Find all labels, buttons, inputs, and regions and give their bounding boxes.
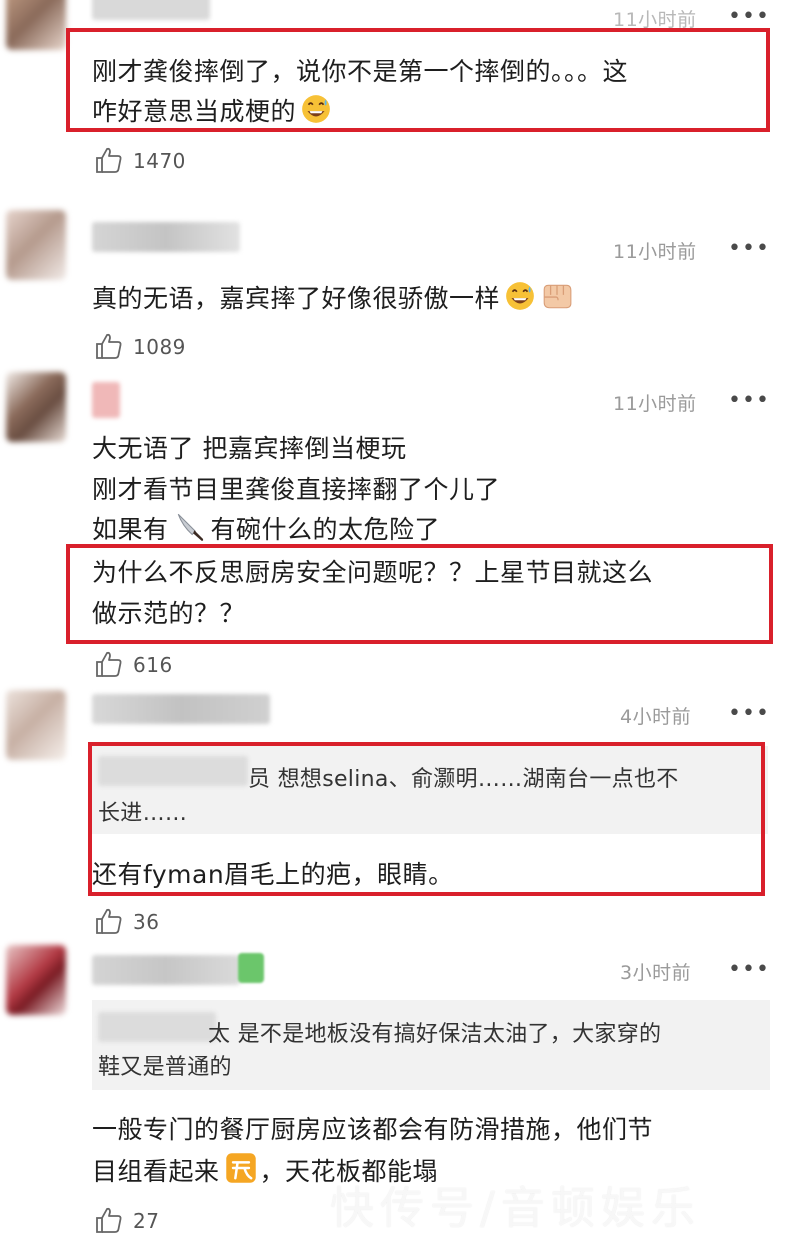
comment-text: 真的无语，嘉宾摔了好像很骄傲一样 [92,279,574,315]
avatar[interactable] [6,372,66,442]
fist-emoji-icon [543,284,572,309]
quoted-username-blurred [98,1012,216,1042]
like-count: 1089 [133,335,186,359]
more-options-button[interactable]: ••• [728,6,770,28]
comment-text: 一般专门的餐厅厨房应该都会有防滑措施，他们节 [92,1115,654,1144]
comment-time: 4小时前 [620,706,692,728]
username-blurred[interactable] [92,222,240,252]
username-blurred[interactable] [92,955,240,985]
thumbs-up-icon[interactable] [94,906,124,936]
comment-time: 3小时前 [620,962,692,984]
grinning-sweat-emoji-icon [506,282,534,310]
comment-time: 11小时前 [613,241,697,263]
comment-text-segment: 目组看起来 [92,1157,220,1186]
thumbs-up-icon[interactable] [94,331,124,361]
highlight-box [66,28,770,132]
comment-text: 大无语了 把嘉宾摔倒当梗玩 [92,434,407,463]
comment-text-segment: 真的无语，嘉宾摔了好像很骄傲一样 [92,284,501,313]
avatar[interactable] [6,0,66,50]
thumbs-up-icon[interactable] [94,145,124,175]
comment-text-segment: 如果有 [92,515,169,544]
thumbs-up-icon[interactable] [94,1205,124,1235]
username-blurred[interactable] [92,0,210,20]
more-options-button[interactable]: ••• [728,959,770,981]
watermark: 快传号/音顿娱乐 [330,1183,701,1234]
more-options-button[interactable]: ••• [728,703,770,725]
username-blurred[interactable] [92,382,120,418]
fan-badge-icon [238,953,264,983]
more-options-button[interactable]: ••• [728,238,770,260]
highlight-box [66,544,773,644]
like-count: 1470 [133,149,186,173]
quoted-text: 太 是不是地板没有搞好保洁太油了，大家穿的 [208,1022,662,1047]
knife-emoji-icon [177,513,203,541]
comment-text: 刚才看节目里龚俊直接摔翻了个儿了 [92,475,501,504]
quoted-text: 鞋又是普通的 [98,1055,232,1080]
more-options-button[interactable]: ••• [728,390,770,412]
comment-text: 如果有 有碗什么的太危险了 [92,510,440,546]
angry-qi-emoji-icon [225,1153,256,1183]
avatar[interactable] [6,945,66,1015]
comment-text-segment: 有碗什么的太危险了 [210,515,441,544]
comment-time: 11小时前 [613,393,697,415]
like-count: 616 [133,653,173,677]
avatar[interactable] [6,690,66,760]
avatar[interactable] [6,210,66,280]
like-count: 27 [133,1209,160,1233]
thumbs-up-icon[interactable] [94,649,124,679]
username-blurred[interactable] [92,694,270,724]
like-count: 36 [133,910,160,934]
highlight-box [88,742,765,896]
